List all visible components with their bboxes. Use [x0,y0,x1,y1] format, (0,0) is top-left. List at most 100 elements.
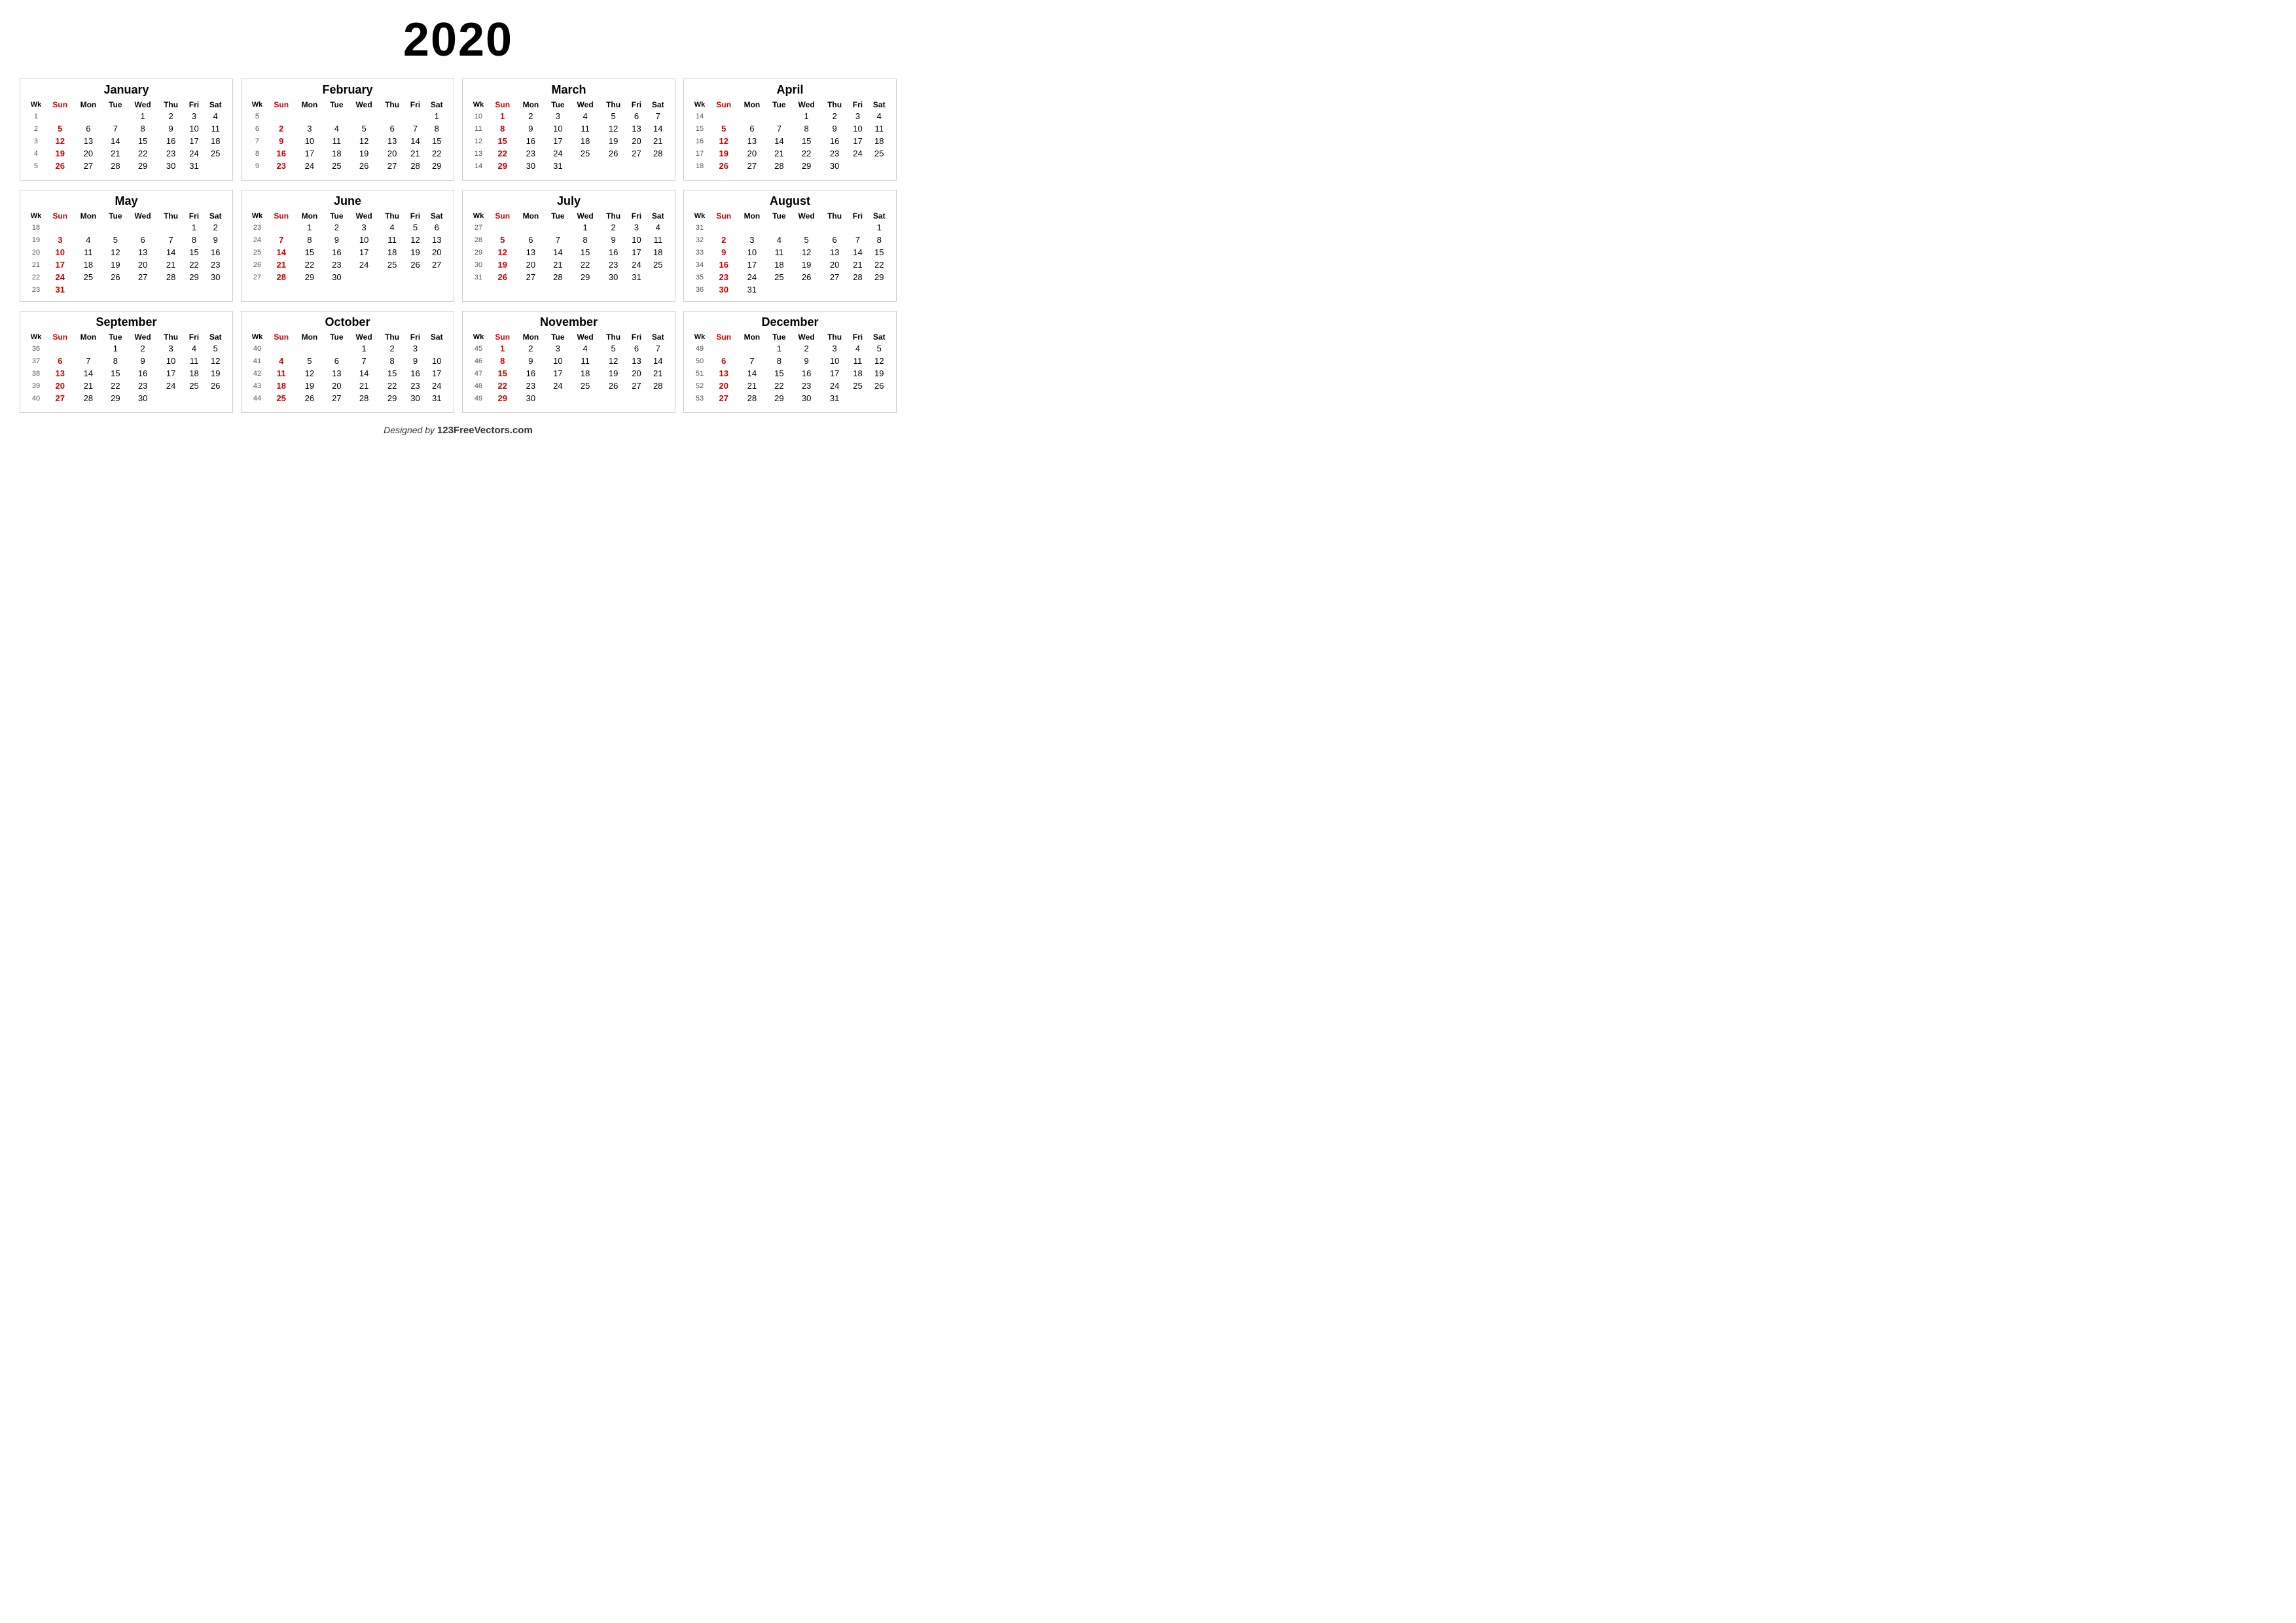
day-cell: 12 [868,355,891,367]
month-name: August [689,194,891,208]
week-row: 312131415161718 [26,135,227,147]
week-number: 38 [26,367,46,380]
day-cell: 22 [791,147,821,160]
day-cell [766,172,791,175]
day-cell [425,283,448,286]
week-row: 2010111213141516 [26,246,227,259]
week-row: 1812 [26,221,227,234]
day-cell [425,172,448,175]
day-cell: 24 [46,271,74,283]
week-row: 51 [247,110,448,122]
day-cell [791,172,821,175]
day-cell: 18 [379,246,406,259]
day-cell: 5 [405,221,425,234]
week-number: 40 [247,342,268,355]
day-cell [425,404,448,407]
day-cell: 11 [570,355,600,367]
day-cell: 23 [516,147,546,160]
day-cell: 25 [848,380,867,392]
month-table: WkSunMonTueWedThuFriSat31132234567833910… [689,211,891,296]
day-cell [103,110,128,122]
week-row: 23123456 [247,221,448,234]
week-number: 47 [468,367,489,380]
day-cell [184,172,204,175]
day-cell: 25 [647,259,670,271]
month-block-april: AprilWkSunMonTueWedThuFriSat141234155678… [683,79,897,181]
week-row: 1322232425262728 [468,147,670,160]
month-block-november: NovemberWkSunMonTueWedThuFriSat451234567… [462,311,675,413]
day-cell: 16 [710,259,738,271]
week-row: 141234 [689,110,891,122]
day-cell [848,172,867,175]
day-cell: 30 [405,392,425,404]
day-cell: 12 [489,246,516,259]
day-cell [295,172,325,175]
day-cell: 8 [379,355,406,367]
col-header-mon: Mon [738,99,767,110]
day-cell [324,342,349,355]
week-number [689,404,710,407]
day-cell [791,404,821,407]
day-cell: 9 [204,234,227,246]
day-cell: 22 [103,380,128,392]
col-header-thu: Thu [158,211,185,221]
day-cell: 24 [545,380,570,392]
day-cell: 25 [570,380,600,392]
day-cell: 18 [74,259,103,271]
day-cell [710,110,738,122]
day-cell: 22 [489,147,516,160]
day-cell: 12 [204,355,227,367]
week-number: 16 [689,135,710,147]
day-cell [204,404,227,407]
col-header-wk: Wk [247,332,268,342]
day-cell: 8 [103,355,128,367]
day-cell [848,160,867,172]
week-row: 27282930 [247,271,448,283]
month-block-may: MayWkSunMonTueWedThuFriSat18121934567892… [20,190,233,302]
day-cell: 17 [626,246,646,259]
day-cell [489,172,516,175]
day-cell: 11 [570,122,600,135]
col-header-sun: Sun [489,332,516,342]
day-cell: 15 [103,367,128,380]
week-number [26,404,46,407]
day-cell: 29 [868,271,891,283]
day-cell: 24 [184,147,204,160]
week-row [689,172,891,175]
week-number: 3 [26,135,46,147]
day-cell: 16 [128,367,157,380]
day-cell [103,404,128,407]
day-cell [379,283,406,286]
day-cell: 2 [600,221,627,234]
day-cell: 17 [295,147,325,160]
day-cell: 20 [379,147,406,160]
month-table: WkSunMonTueWedThuFriSat27123428567891011… [468,211,670,286]
day-cell: 14 [349,367,378,380]
week-number: 21 [26,259,46,271]
day-cell: 7 [349,355,378,367]
day-cell: 3 [46,234,74,246]
day-cell: 21 [545,259,570,271]
day-cell: 14 [405,135,425,147]
month-block-september: SeptemberWkSunMonTueWedThuFriSat36123453… [20,311,233,413]
col-header-mon: Mon [295,99,325,110]
col-header-fri: Fri [848,211,867,221]
col-header-wed: Wed [570,332,600,342]
day-cell [647,404,670,407]
day-cell: 10 [158,355,185,367]
col-header-tue: Tue [545,99,570,110]
col-header-mon: Mon [295,332,325,342]
day-cell: 8 [766,355,791,367]
day-cell [425,342,448,355]
day-cell: 20 [324,380,349,392]
week-row: 11891011121314 [468,122,670,135]
day-cell: 17 [158,367,185,380]
day-cell: 22 [295,259,325,271]
col-header-tue: Tue [766,211,791,221]
day-cell: 17 [738,259,767,271]
col-header-wk: Wk [468,332,489,342]
col-header-sun: Sun [710,211,738,221]
day-cell: 6 [626,110,646,122]
day-cell: 22 [766,380,791,392]
day-cell: 2 [516,110,546,122]
